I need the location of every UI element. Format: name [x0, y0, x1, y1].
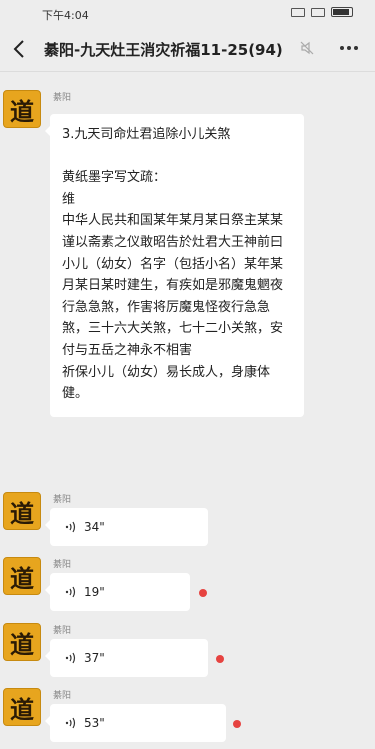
sender-name: 綦阳: [53, 626, 72, 636]
signal-icon: [291, 7, 305, 17]
voice-wave-icon: [65, 652, 76, 664]
chat-message: 道 綦阳 37": [0, 621, 375, 679]
dot-icon: [347, 46, 351, 50]
voice-message-bubble[interactable]: 34": [45, 508, 208, 546]
voice-duration: 19": [84, 585, 105, 599]
text-message-bubble[interactable]: 3.九天司命灶君追除小儿关煞 黄纸墨字写文疏： 维 中华人民共和国某年某月某日祭…: [45, 114, 304, 417]
voice-wave-icon: [65, 717, 76, 729]
back-button[interactable]: [4, 34, 34, 64]
message-text: 3.九天司命灶君追除小儿关煞 黄纸墨字写文疏： 维 中华人民共和国某年某月某日祭…: [62, 127, 284, 402]
chat-message: 道 綦阳 34": [0, 490, 375, 548]
unread-dot: [199, 589, 207, 597]
chat-message: 道 綦阳 19": [0, 555, 375, 613]
chat-message: 道 綦阳 53": [0, 686, 375, 746]
sender-name: 綦阳: [53, 495, 72, 505]
unread-dot: [216, 655, 224, 663]
voice-message-bubble[interactable]: 37": [45, 639, 208, 677]
sender-name: 綦阳: [53, 93, 72, 103]
status-icons: [291, 7, 353, 17]
unread-dot: [233, 720, 241, 728]
chat-title: 綦阳-九天灶王消灾祈福11-25(94): [44, 41, 283, 59]
voice-wave-icon: [65, 586, 76, 598]
wifi-icon: [311, 7, 325, 17]
mute-icon: [300, 41, 314, 55]
sender-name: 綦阳: [53, 691, 72, 701]
more-options-button[interactable]: [337, 38, 361, 58]
dot-icon: [340, 46, 344, 50]
chat-message-list[interactable]: 道 綦阳 3.九天司命灶君追除小儿关煞 黄纸墨字写文疏： 维 中华人民共和国某年…: [0, 72, 375, 749]
voice-duration: 37": [84, 651, 105, 665]
voice-message-bubble[interactable]: 19": [45, 573, 190, 611]
avatar[interactable]: 道: [3, 688, 41, 726]
avatar[interactable]: 道: [3, 492, 41, 530]
voice-duration: 34": [84, 520, 105, 534]
voice-duration: 53": [84, 716, 105, 730]
voice-message-bubble[interactable]: 53": [45, 704, 226, 742]
battery-icon: [331, 7, 353, 17]
avatar[interactable]: 道: [3, 557, 41, 595]
chat-message: 道 綦阳 3.九天司命灶君追除小儿关煞 黄纸墨字写文疏： 维 中华人民共和国某年…: [0, 88, 375, 488]
sender-name: 綦阳: [53, 560, 72, 570]
status-bar: 下午4:04: [0, 0, 375, 26]
avatar[interactable]: 道: [3, 90, 41, 128]
dot-icon: [354, 46, 358, 50]
voice-wave-icon: [65, 521, 76, 533]
chat-header: 綦阳-九天灶王消灾祈福11-25(94): [0, 26, 375, 72]
status-time: 下午4:04: [42, 9, 89, 22]
avatar[interactable]: 道: [3, 623, 41, 661]
chevron-left-icon: [13, 40, 24, 58]
